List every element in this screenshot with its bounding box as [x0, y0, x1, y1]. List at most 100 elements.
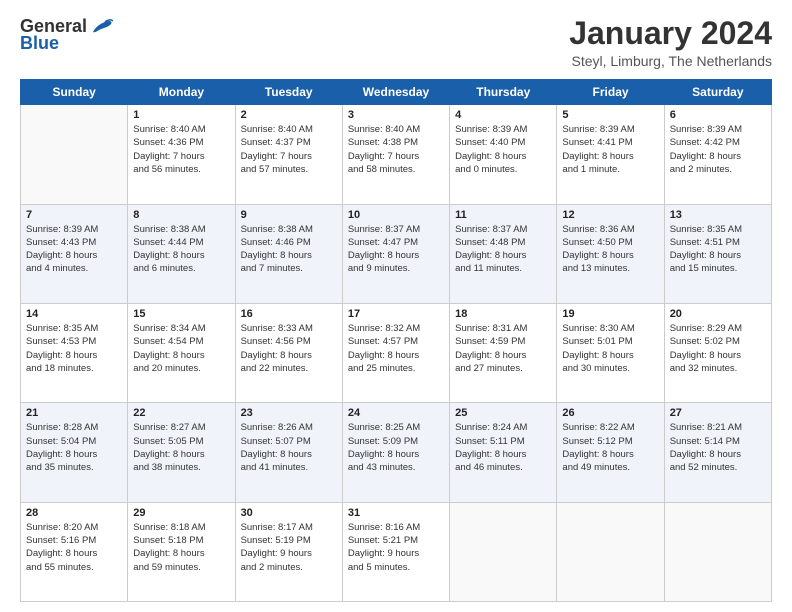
day-number: 12	[562, 209, 658, 221]
day-info: Sunrise: 8:31 AMSunset: 4:59 PMDaylight:…	[455, 322, 551, 375]
day-info: Sunrise: 8:25 AMSunset: 5:09 PMDaylight:…	[348, 421, 444, 474]
table-row: 28 Sunrise: 8:20 AMSunset: 5:16 PMDayligh…	[21, 502, 128, 601]
day-number: 28	[26, 507, 122, 519]
day-info: Sunrise: 8:22 AMSunset: 5:12 PMDaylight:…	[562, 421, 658, 474]
location: Steyl, Limburg, The Netherlands	[569, 53, 772, 69]
table-row: 29 Sunrise: 8:18 AMSunset: 5:18 PMDayligh…	[128, 502, 235, 601]
day-info: Sunrise: 8:39 AMSunset: 4:41 PMDaylight:…	[562, 123, 658, 176]
day-number: 31	[348, 507, 444, 519]
col-friday: Friday	[557, 80, 664, 105]
day-info: Sunrise: 8:33 AMSunset: 4:56 PMDaylight:…	[241, 322, 337, 375]
day-number: 5	[562, 109, 658, 121]
day-info: Sunrise: 8:29 AMSunset: 5:02 PMDaylight:…	[670, 322, 766, 375]
table-row: 24 Sunrise: 8:25 AMSunset: 5:09 PMDayligh…	[342, 403, 449, 502]
calendar-week-row: 14Sunrise: 8:35 AMSunset: 4:53 PMDayligh…	[21, 303, 772, 402]
day-number: 25	[455, 407, 551, 419]
col-wednesday: Wednesday	[342, 80, 449, 105]
day-info: Sunrise: 8:27 AMSunset: 5:05 PMDaylight:…	[133, 421, 229, 474]
day-info: Sunrise: 8:40 AMSunset: 4:36 PMDaylight:…	[133, 123, 229, 176]
day-info: Sunrise: 8:40 AMSunset: 4:38 PMDaylight:…	[348, 123, 444, 176]
day-info: Sunrise: 8:38 AMSunset: 4:46 PMDaylight:…	[241, 223, 337, 276]
table-row: 2 Sunrise: 8:40 AMSunset: 4:37 PMDaylight…	[235, 105, 342, 204]
table-row: 30 Sunrise: 8:17 AMSunset: 5:19 PMDayligh…	[235, 502, 342, 601]
month-year: January 2024	[569, 16, 772, 51]
table-row: 15 Sunrise: 8:34 AMSunset: 4:54 PMDayligh…	[128, 303, 235, 402]
table-row: 1Sunrise: 8:40 AMSunset: 4:36 PMDaylight…	[128, 105, 235, 204]
day-number: 21	[26, 407, 122, 419]
day-info: Sunrise: 8:35 AMSunset: 4:51 PMDaylight:…	[670, 223, 766, 276]
calendar-table: Sunday Monday Tuesday Wednesday Thursday…	[20, 79, 772, 602]
table-row: 27 Sunrise: 8:21 AMSunset: 5:14 PMDayligh…	[664, 403, 771, 502]
page: General Blue January 2024 Steyl, Limburg…	[0, 0, 792, 612]
day-info: Sunrise: 8:16 AMSunset: 5:21 PMDaylight:…	[348, 521, 444, 574]
col-monday: Monday	[128, 80, 235, 105]
day-info: Sunrise: 8:20 AMSunset: 5:16 PMDaylight:…	[26, 521, 122, 574]
day-number: 16	[241, 308, 337, 320]
logo-bird-icon	[91, 18, 113, 36]
day-info: Sunrise: 8:34 AMSunset: 4:54 PMDaylight:…	[133, 322, 229, 375]
table-row: 25Sunrise: 8:24 AMSunset: 5:11 PMDayligh…	[450, 403, 557, 502]
table-row: 23 Sunrise: 8:26 AMSunset: 5:07 PMDayligh…	[235, 403, 342, 502]
day-number: 11	[455, 209, 551, 221]
day-info: Sunrise: 8:21 AMSunset: 5:14 PMDaylight:…	[670, 421, 766, 474]
calendar-week-row: 28 Sunrise: 8:20 AMSunset: 5:16 PMDayligh…	[21, 502, 772, 601]
day-info: Sunrise: 8:18 AMSunset: 5:18 PMDaylight:…	[133, 521, 229, 574]
col-thursday: Thursday	[450, 80, 557, 105]
day-number: 17	[348, 308, 444, 320]
day-info: Sunrise: 8:39 AMSunset: 4:42 PMDaylight:…	[670, 123, 766, 176]
title-area: January 2024 Steyl, Limburg, The Netherl…	[569, 16, 772, 69]
table-row: 3 Sunrise: 8:40 AMSunset: 4:38 PMDaylight…	[342, 105, 449, 204]
day-number: 20	[670, 308, 766, 320]
day-info: Sunrise: 8:39 AMSunset: 4:43 PMDaylight:…	[26, 223, 122, 276]
col-sunday: Sunday	[21, 80, 128, 105]
table-row: 6 Sunrise: 8:39 AMSunset: 4:42 PMDaylight…	[664, 105, 771, 204]
day-number: 19	[562, 308, 658, 320]
day-number: 7	[26, 209, 122, 221]
day-info: Sunrise: 8:28 AMSunset: 5:04 PMDaylight:…	[26, 421, 122, 474]
day-info: Sunrise: 8:30 AMSunset: 5:01 PMDaylight:…	[562, 322, 658, 375]
table-row: 14Sunrise: 8:35 AMSunset: 4:53 PMDayligh…	[21, 303, 128, 402]
table-row: 16 Sunrise: 8:33 AMSunset: 4:56 PMDayligh…	[235, 303, 342, 402]
day-number: 6	[670, 109, 766, 121]
day-number: 23	[241, 407, 337, 419]
table-row: 4 Sunrise: 8:39 AMSunset: 4:40 PMDaylight…	[450, 105, 557, 204]
day-number: 24	[348, 407, 444, 419]
table-row: 7 Sunrise: 8:39 AMSunset: 4:43 PMDaylight…	[21, 204, 128, 303]
day-number: 15	[133, 308, 229, 320]
day-number: 27	[670, 407, 766, 419]
day-number: 30	[241, 507, 337, 519]
table-row: 31 Sunrise: 8:16 AMSunset: 5:21 PMDayligh…	[342, 502, 449, 601]
day-info: Sunrise: 8:39 AMSunset: 4:40 PMDaylight:…	[455, 123, 551, 176]
day-info: Sunrise: 8:36 AMSunset: 4:50 PMDaylight:…	[562, 223, 658, 276]
table-row	[450, 502, 557, 601]
logo: General Blue	[20, 16, 113, 54]
table-row: 11 Sunrise: 8:37 AMSunset: 4:48 PMDayligh…	[450, 204, 557, 303]
calendar-week-row: 21 Sunrise: 8:28 AMSunset: 5:04 PMDayligh…	[21, 403, 772, 502]
table-row: 17 Sunrise: 8:32 AMSunset: 4:57 PMDayligh…	[342, 303, 449, 402]
day-info: Sunrise: 8:26 AMSunset: 5:07 PMDaylight:…	[241, 421, 337, 474]
table-row: 22 Sunrise: 8:27 AMSunset: 5:05 PMDayligh…	[128, 403, 235, 502]
day-number: 2	[241, 109, 337, 121]
day-info: Sunrise: 8:32 AMSunset: 4:57 PMDaylight:…	[348, 322, 444, 375]
day-number: 3	[348, 109, 444, 121]
day-number: 13	[670, 209, 766, 221]
table-row	[664, 502, 771, 601]
table-row: 21 Sunrise: 8:28 AMSunset: 5:04 PMDayligh…	[21, 403, 128, 502]
calendar-header-row: Sunday Monday Tuesday Wednesday Thursday…	[21, 80, 772, 105]
day-info: Sunrise: 8:40 AMSunset: 4:37 PMDaylight:…	[241, 123, 337, 176]
table-row: 18Sunrise: 8:31 AMSunset: 4:59 PMDayligh…	[450, 303, 557, 402]
day-info: Sunrise: 8:17 AMSunset: 5:19 PMDaylight:…	[241, 521, 337, 574]
table-row: 20 Sunrise: 8:29 AMSunset: 5:02 PMDayligh…	[664, 303, 771, 402]
day-number: 4	[455, 109, 551, 121]
calendar-week-row: 7 Sunrise: 8:39 AMSunset: 4:43 PMDaylight…	[21, 204, 772, 303]
table-row: 9Sunrise: 8:38 AMSunset: 4:46 PMDaylight…	[235, 204, 342, 303]
day-number: 29	[133, 507, 229, 519]
table-row: 5 Sunrise: 8:39 AMSunset: 4:41 PMDaylight…	[557, 105, 664, 204]
table-row: 26Sunrise: 8:22 AMSunset: 5:12 PMDayligh…	[557, 403, 664, 502]
logo-blue: Blue	[20, 33, 59, 54]
day-info: Sunrise: 8:37 AMSunset: 4:48 PMDaylight:…	[455, 223, 551, 276]
table-row: 10Sunrise: 8:37 AMSunset: 4:47 PMDayligh…	[342, 204, 449, 303]
col-tuesday: Tuesday	[235, 80, 342, 105]
day-number: 22	[133, 407, 229, 419]
day-info: Sunrise: 8:38 AMSunset: 4:44 PMDaylight:…	[133, 223, 229, 276]
